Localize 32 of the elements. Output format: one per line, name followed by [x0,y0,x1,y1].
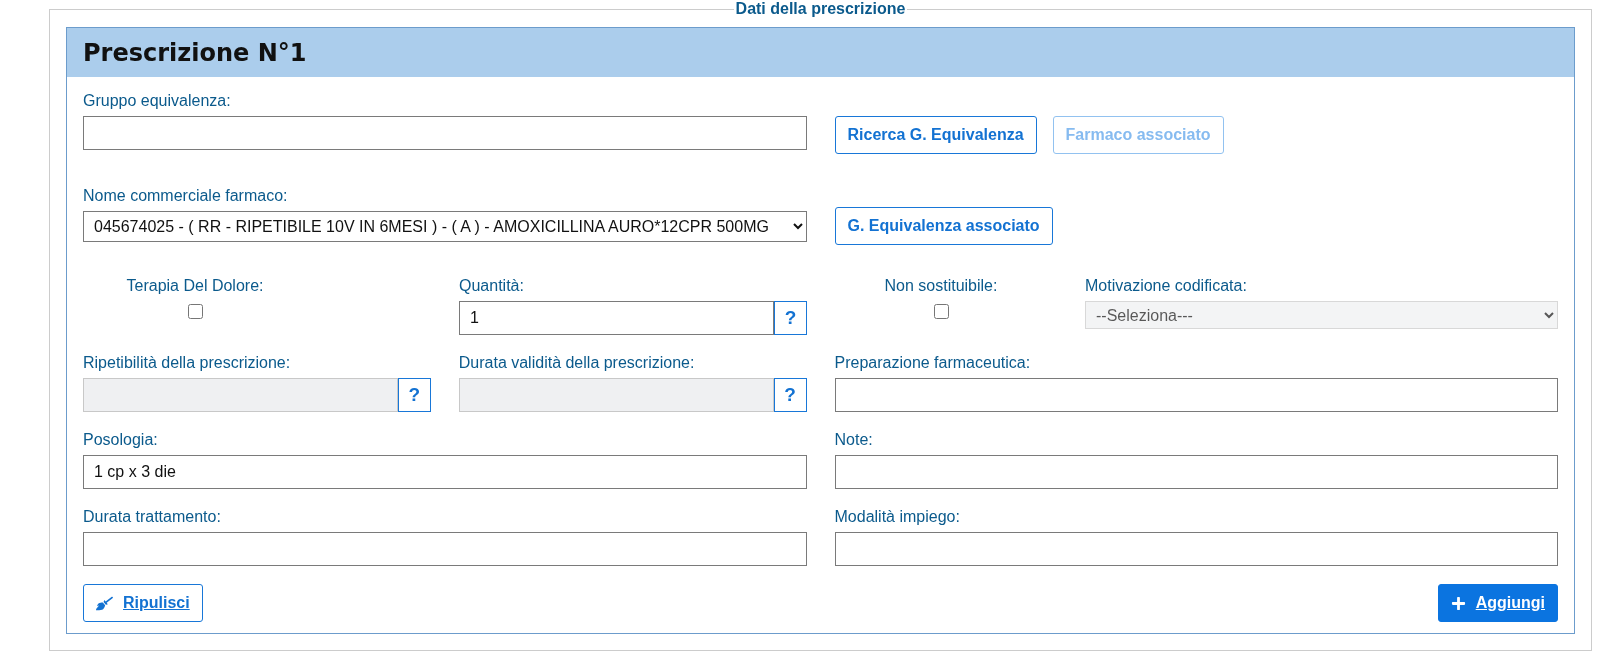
fieldset-legend: Dati della prescrizione [733,0,908,18]
plus-icon [1450,595,1466,611]
checkbox[interactable] [933,304,949,319]
field-label: Motivazione codificata: [1085,276,1248,295]
input-field[interactable] [834,378,1558,412]
input-field[interactable] [83,532,807,566]
select-field[interactable]: 045674025 - ( RR - RIPETIBILE 10V IN 6MESI ) - ( A ) - AMOXICILLINA AURO*12CPR 500MG [83,211,807,242]
input-field[interactable] [834,455,1558,489]
input-field[interactable]: 1 [459,301,774,335]
field-label: Ripetibilità della prescrizione: [83,353,292,372]
add-button[interactable]: Aggiungi [1437,584,1558,622]
field-label: Nome commerciale farmaco: [83,186,289,205]
field-label: Durata trattamento: [83,507,222,526]
field-label: Durata validità della prescrizione: [458,353,696,372]
field-label: Modalità impiego: [834,507,961,526]
clear-button[interactable]: Ripulisci [83,584,203,622]
field-label: Preparazione farmaceutica: [834,353,1032,372]
checkbox[interactable] [187,304,203,319]
action-button[interactable]: Ricerca G. Equivalenza [834,116,1037,154]
field-label: Terapia Del Dolore: [126,276,264,295]
field-label: Quantità: [459,276,525,295]
input-field[interactable] [83,116,807,150]
input-field[interactable] [834,532,1558,566]
action-button[interactable]: G. Equivalenza associato [834,207,1053,245]
panel-title: Prescrizione N°1 [83,38,307,67]
input-field[interactable]: 1 cp x 3 die [83,455,807,489]
field-label: Posologia: [83,430,159,449]
field-label: Note: [834,430,874,449]
help-button[interactable]: ? [774,301,807,335]
field-label: Non sostituibile: [884,276,998,295]
field-label: Gruppo equivalenza: [83,91,232,110]
broom-icon [96,594,113,612]
